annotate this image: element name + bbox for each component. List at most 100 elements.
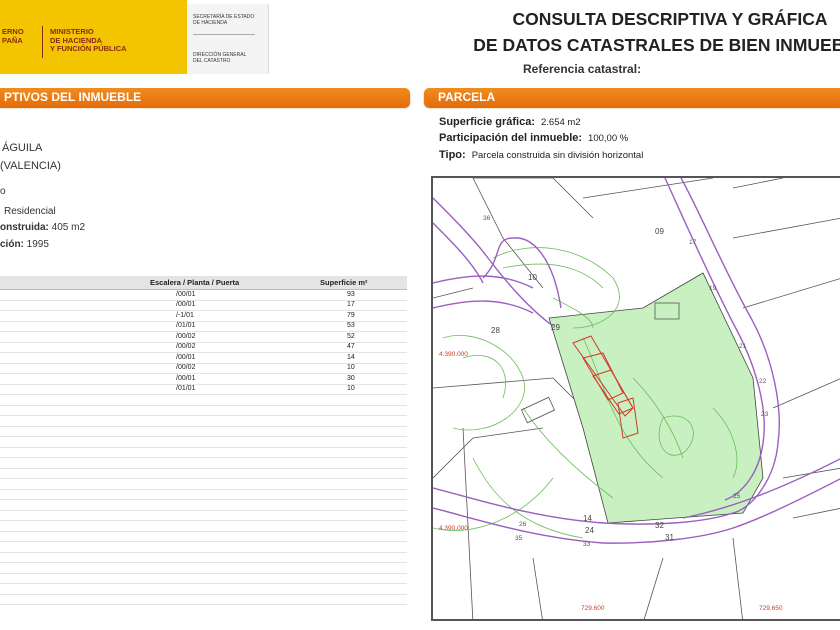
cell-surface: 53: [347, 322, 355, 329]
cell-surface: 10: [347, 364, 355, 371]
use-value: Residencial: [4, 206, 56, 217]
parcel-number: 09: [655, 227, 664, 236]
header-epp: Escalera / Planta / Puerta: [150, 278, 240, 287]
secretaria-box: SECRETARÍA DE ESTADO DE HACIENDA DIRECCI…: [187, 4, 269, 74]
cell-epp: /00/02: [176, 364, 196, 371]
parcel-number: 31: [665, 533, 674, 542]
street-number: 26: [519, 521, 527, 528]
cell-surface: 79: [347, 311, 355, 319]
section-band-datos: PTIVOS DEL INMUEBLE: [0, 88, 410, 107]
table-row: /01/01 53: [0, 322, 407, 332]
parcel-type: Tipo: Parcela construida sin división hor…: [439, 149, 644, 161]
cell-epp: /00/02: [176, 343, 196, 350]
address-line-2: (VALENCIA): [0, 160, 61, 172]
table-row-empty: [0, 532, 407, 542]
map-coordinate: 4.390.000: [439, 351, 468, 358]
table-row: /00/02 10: [0, 364, 407, 374]
street-number: 33: [583, 541, 591, 548]
table-row-empty: [0, 479, 407, 490]
cell-surface: 10: [347, 385, 355, 392]
table-row: /00/01 17: [0, 301, 407, 311]
cell-epp: /00/02: [176, 332, 196, 340]
table-row-empty: [0, 511, 407, 521]
table-row-empty: [0, 490, 407, 500]
map-coordinate: 729.650: [759, 605, 783, 612]
table-row-empty: [0, 458, 407, 469]
cell-surface: 14: [347, 353, 355, 361]
map-coordinate: 4.390.000: [439, 525, 468, 532]
direccion-text: DIRECCIÓN GENERAL DEL CATASTRO: [193, 52, 247, 64]
gobierno-text: ERNO PAÑA: [2, 27, 24, 45]
table-row: /00/01 14: [0, 353, 407, 364]
table-header: Escalera / Planta / Puerta Superficie m²: [0, 276, 407, 290]
map-coordinate: 729.600: [581, 605, 605, 612]
parcel-number: 32: [655, 521, 664, 530]
cell-epp: /00/01: [176, 290, 196, 298]
class-fragment: o: [0, 186, 6, 197]
surface-graphic: Superficie gráfica: 2.654 m2: [439, 116, 581, 128]
ministerio-text: MINISTERIO DE HACIENDA Y FUNCIÓN PÚBLICA: [50, 27, 127, 53]
table-row-empty: [0, 595, 407, 605]
section-band-parcela: PARCELA: [424, 88, 840, 107]
table-row-empty: [0, 416, 407, 427]
cell-epp: /00/01: [176, 374, 196, 382]
cell-surface: 93: [347, 290, 355, 298]
logo-separator: [42, 26, 43, 58]
parcel-number: 14: [583, 514, 592, 523]
table-row-empty: [0, 574, 407, 584]
cell-epp: /00/01: [176, 353, 196, 361]
street-number: 21: [739, 343, 747, 350]
table-row-empty: [0, 427, 407, 437]
parcel-number: 10: [528, 273, 537, 282]
parcel-number: 28: [491, 326, 500, 335]
reference-label: Referencia catastral:: [523, 62, 642, 76]
table-row-empty: [0, 406, 407, 416]
participation: Participación del inmueble: 100,00 %: [439, 132, 629, 144]
cell-epp: /-1/01: [176, 311, 194, 319]
street-number: 23: [761, 411, 769, 418]
table-row-empty: [0, 553, 407, 563]
table-row-empty: [0, 469, 407, 479]
table-row-empty: [0, 500, 407, 511]
table-row-empty: [0, 563, 407, 574]
cell-surface: 47: [347, 343, 355, 350]
address-line-1: ÁGUILA: [2, 142, 43, 154]
cadastral-map[interactable]: 09 10 28 29 14 24 32 31 17 19 21 22 23 2…: [431, 176, 840, 621]
table-body: /00/01 93/00/01 17 /-1/01 79/01/01 53/00/02 52…: [0, 290, 407, 605]
divider: [193, 34, 255, 35]
street-number: 17: [689, 239, 697, 246]
table-row: /00/01 30: [0, 374, 407, 385]
street-number: 22: [759, 378, 767, 385]
table-row-empty: [0, 437, 407, 448]
map-svg: 09 10 28 29 14 24 32 31 17 19 21 22 23 2…: [433, 178, 840, 619]
street-number: 36: [483, 215, 491, 222]
table-row-empty: [0, 395, 407, 406]
document-title: CONSULTA DESCRIPTIVA Y GRÁFICA DE DATOS …: [473, 9, 840, 55]
government-logo: ERNO PAÑA MINISTERIO DE HACIENDA Y FUNCI…: [0, 0, 187, 74]
table-row: /01/01 10: [0, 385, 407, 395]
secretaria-text: SECRETARÍA DE ESTADO DE HACIENDA: [193, 14, 255, 26]
table-row: /00/01 93: [0, 290, 407, 301]
table-row-empty: [0, 584, 407, 595]
table-row-empty: [0, 448, 407, 458]
table-row-empty: [0, 521, 407, 532]
street-number: 25: [733, 493, 741, 500]
table-row-empty: [0, 542, 407, 553]
cell-epp: /01/01: [176, 385, 196, 392]
construction-year: ción: 1995: [0, 239, 49, 250]
built-surface: onstruida: 405 m2: [0, 222, 86, 233]
cell-surface: 52: [347, 332, 355, 340]
table-row: /-1/01 79: [0, 311, 407, 322]
header-surface: Superficie m²: [320, 278, 368, 287]
cell-epp: /00/01: [176, 301, 196, 308]
table-row: /00/02 47: [0, 343, 407, 353]
cell-surface: 17: [347, 301, 355, 308]
parcel-number: 29: [551, 323, 560, 332]
street-number: 35: [515, 535, 523, 542]
street-number: 19: [709, 285, 717, 292]
table-row: /00/02 52: [0, 332, 407, 343]
parcel-number: 24: [585, 526, 594, 535]
cell-surface: 30: [347, 374, 355, 382]
cell-epp: /01/01: [176, 322, 196, 329]
units-table: Escalera / Planta / Puerta Superficie m²…: [0, 276, 407, 605]
